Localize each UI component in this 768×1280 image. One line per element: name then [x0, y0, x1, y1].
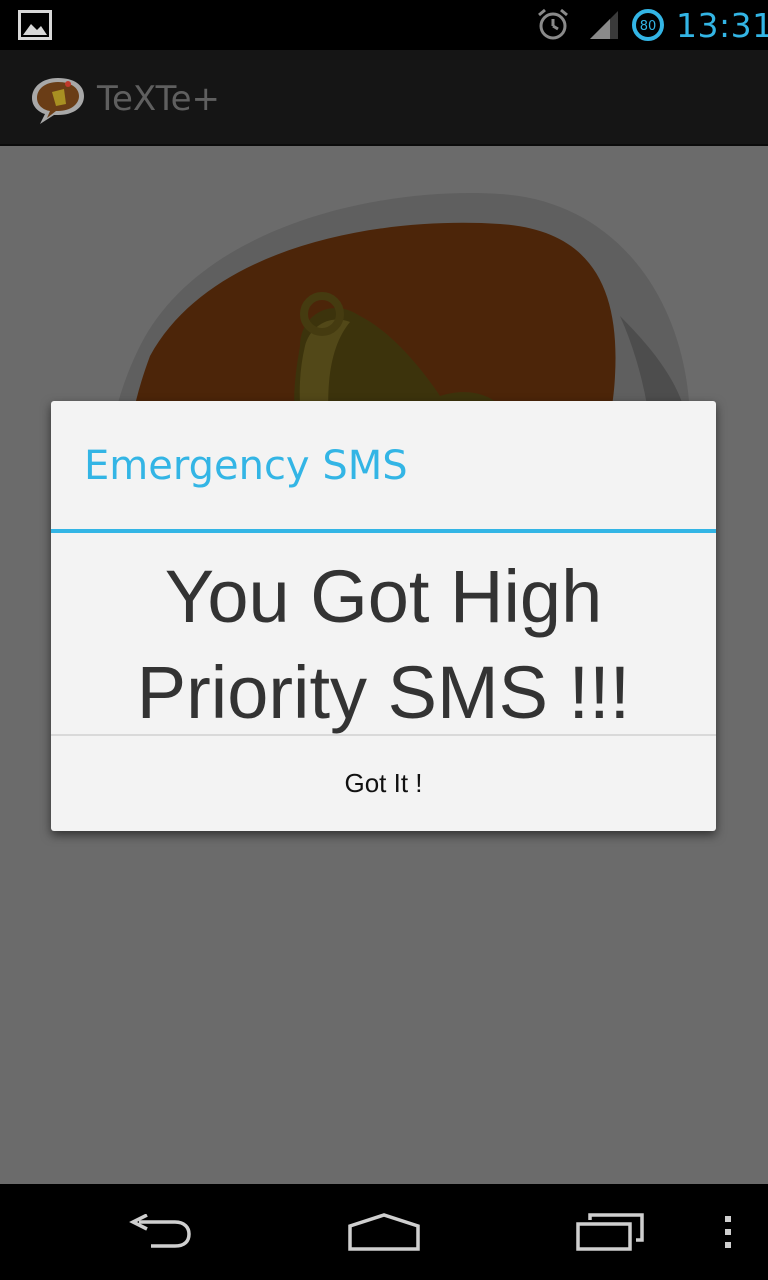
- status-time: 13:31: [676, 5, 768, 45]
- dialog-message: You Got High Priority SMS !!!: [51, 549, 716, 741]
- alarm-icon: [536, 0, 570, 50]
- battery-level-text: 80: [640, 19, 657, 34]
- home-icon[interactable]: [334, 1184, 434, 1280]
- recent-apps-icon[interactable]: [560, 1184, 660, 1280]
- navigation-bar: [0, 1184, 768, 1280]
- back-icon[interactable]: [110, 1184, 210, 1280]
- bell-speech-bubble-icon[interactable]: [28, 72, 88, 128]
- emergency-sms-dialog: Emergency SMS You Got High Priority SMS …: [51, 401, 716, 831]
- dialog-message-line-2: Priority SMS !!!: [136, 651, 631, 734]
- overflow-menu-icon[interactable]: [708, 1184, 748, 1280]
- got-it-button[interactable]: Got It !: [51, 736, 716, 831]
- dialog-title-divider: [51, 529, 716, 533]
- action-bar: TeXTe+: [0, 50, 768, 146]
- dialog-message-line-1: You Got High: [164, 555, 603, 638]
- dialog-title: Emergency SMS: [84, 443, 408, 489]
- screen: 80 13:31 TeXTe+ Emergency SMS You Got Hi…: [0, 0, 768, 1280]
- app-title: TeXTe+: [97, 79, 221, 119]
- signal-icon: [588, 0, 620, 50]
- image-notification-icon: [18, 0, 52, 50]
- battery-icon: 80: [630, 0, 666, 50]
- status-bar: 80 13:31: [0, 0, 768, 50]
